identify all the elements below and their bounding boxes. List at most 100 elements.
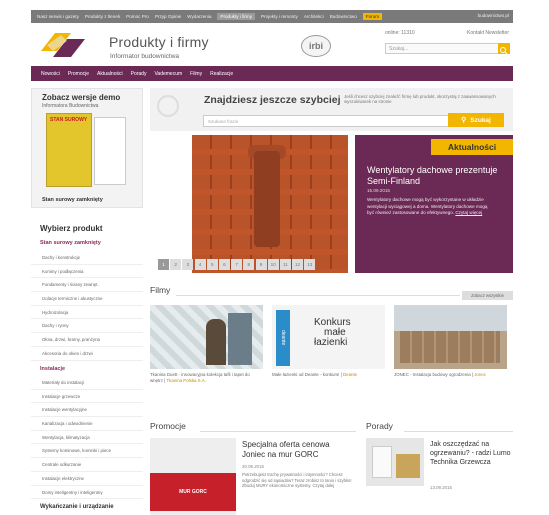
- porady-date: 13.09.2015: [430, 485, 452, 490]
- film-source[interactable]: Jonec: [474, 372, 486, 377]
- magazine-cover[interactable]: STAN SUROWY: [46, 113, 92, 187]
- top-link[interactable]: Przyp Opinie: [155, 14, 181, 19]
- top-link[interactable]: Pomoc Pro: [126, 14, 149, 19]
- sidebar-item[interactable]: Kominy i podłączenia: [31, 265, 143, 279]
- magazine-title: STAN SUROWY: [50, 117, 88, 123]
- promo-item[interactable]: MUR GORC Specjalna oferta cenowa Joniec …: [150, 438, 356, 515]
- nav-item[interactable]: Vademecum: [154, 71, 182, 77]
- search-button[interactable]: ⚲ Szukaj: [448, 113, 504, 127]
- film-source[interactable]: Deante: [343, 372, 357, 377]
- pager-button[interactable]: 11: [279, 259, 291, 270]
- slide-image[interactable]: [192, 135, 348, 273]
- sidebar-item[interactable]: Dachy i rynny: [31, 319, 143, 334]
- header-links[interactable]: Kontakt Newsletter: [467, 30, 509, 36]
- sidebar-item[interactable]: Izolacje termiczne i akustyczne: [31, 292, 143, 306]
- pager-button[interactable]: 7: [231, 259, 243, 270]
- sidebar-item[interactable]: Centrale odkurzanie: [31, 458, 143, 472]
- sidebar-item[interactable]: Dachy i konstrukcje: [31, 251, 143, 265]
- news-panel[interactable]: Aktualności Wentylatory dachowe prezentu…: [355, 135, 513, 273]
- user-link[interactable]: budownictwo.pl: [478, 13, 509, 18]
- film-item[interactable]: JONEC - Instalacja budowy ogrodzenia | J…: [394, 305, 507, 378]
- view-all-button[interactable]: Zobacz wszystkie: [462, 291, 513, 300]
- search-icon: ⚲: [461, 117, 467, 124]
- promo-image[interactable]: MUR GORC: [150, 438, 236, 515]
- category-instalacje[interactable]: Instalacje: [40, 366, 65, 372]
- demo-box[interactable]: Zobacz wersje demo Informatora Budownict…: [31, 88, 143, 208]
- pager-button[interactable]: 2: [170, 259, 182, 270]
- porady-rule: [404, 431, 513, 432]
- top-link[interactable]: Produkty z tlenek: [85, 14, 120, 19]
- pager-button[interactable]: 12: [292, 259, 304, 270]
- top-link[interactable]: Forum: [362, 13, 383, 20]
- film-thumb[interactable]: deante Konkurs małe łazienki: [272, 305, 385, 369]
- film-thumb[interactable]: [150, 305, 263, 369]
- top-link[interactable]: Budownictwo: [330, 14, 357, 19]
- top-link[interactable]: Produkty i firmy: [217, 13, 256, 20]
- logo-icon[interactable]: [41, 31, 85, 59]
- featured-slider: Aktualności Wentylatory dachowe prezentu…: [150, 135, 513, 273]
- nav-item[interactable]: Realizacje: [210, 71, 233, 77]
- header-search-input[interactable]: Szukaj...: [385, 43, 500, 54]
- category-list-2: Materiały do instalacji Instalacje grzewc…: [31, 376, 143, 500]
- irbi-logo[interactable]: irbi: [301, 35, 331, 57]
- pager-button[interactable]: 6: [218, 259, 230, 270]
- sidebar-heading: Wybierz produkt: [40, 224, 103, 233]
- promo-title: Promocje: [150, 421, 186, 431]
- pager-button[interactable]: 4: [194, 259, 206, 270]
- porady-item-title[interactable]: Jak oszczędzać na ogrzewaniu? - radzi Lu…: [430, 440, 513, 467]
- sidebar-item[interactable]: Instalacje elektryczne: [31, 472, 143, 486]
- pager-button[interactable]: 5: [206, 259, 218, 270]
- porady-image[interactable]: [366, 438, 424, 486]
- pager-button[interactable]: 1: [158, 259, 169, 270]
- header-search-button[interactable]: [498, 43, 510, 55]
- news-label[interactable]: Aktualności: [431, 139, 513, 155]
- search-input[interactable]: Szukane frazie: [203, 115, 459, 127]
- sidebar-item[interactable]: Systemy kominowe, kominki i piece: [31, 444, 143, 459]
- demo-subtitle: Informatora Budownictwa: [42, 103, 99, 109]
- nav-item[interactable]: Nowości: [41, 71, 60, 77]
- pager-button[interactable]: 9: [255, 259, 267, 270]
- demo-title: Zobacz wersje demo: [42, 93, 121, 102]
- top-link[interactable]: Architekci: [304, 14, 324, 19]
- sidebar-item[interactable]: Instalacje grzewcze: [31, 390, 143, 404]
- sidebar-item[interactable]: Wentylacja, klimatyzacja: [31, 431, 143, 445]
- top-link[interactable]: Projekty i remonty: [261, 14, 298, 19]
- pager-button[interactable]: 13: [304, 259, 316, 270]
- film-item[interactable]: deante Konkurs małe łazienki Małe łazien…: [272, 305, 385, 378]
- sidebar-item[interactable]: Akcesoria do okien i drzwi: [31, 347, 143, 361]
- sidebar: Zobacz wersje demo Informatora Budownict…: [31, 88, 143, 515]
- sidebar-item[interactable]: Domy inteligentny i inteligentny: [31, 486, 143, 500]
- pager-button[interactable]: 3: [182, 259, 194, 270]
- promo-item-title[interactable]: Specjalna oferta cenowa Joniec na mur GO…: [242, 440, 352, 459]
- nav-item[interactable]: Aktualności: [97, 71, 123, 77]
- news-title[interactable]: Wentylatory dachowe prezentuje Semi-Finl…: [367, 165, 507, 187]
- film-thumb[interactable]: [394, 305, 507, 369]
- film-source[interactable]: Tkanina Polska S.A.: [166, 378, 206, 383]
- film-caption: Małe łazienki od Deante - konkurs! | Dea…: [272, 372, 385, 378]
- porady-item[interactable]: Jak oszczędzać na ogrzewaniu? - radzi Lu…: [366, 438, 513, 515]
- sidebar-item[interactable]: Okna, drzwi, bramy, pranżyna: [31, 333, 143, 347]
- sidebar-item[interactable]: Materiały do instalacji: [31, 376, 143, 390]
- sidebar-item[interactable]: Instalacje wentylacyjne: [31, 403, 143, 418]
- category-wykanczanie[interactable]: Wykańczanie i urządzanie: [40, 504, 114, 510]
- sidebar-item[interactable]: Fundamenty i ściany zewnęt.: [31, 278, 143, 293]
- film-caption: Tkanina Duett - innowacyjna kolekcja taf…: [150, 372, 263, 383]
- top-link[interactable]: Wydarzenia: [187, 14, 211, 19]
- category-stan-surowy[interactable]: Stan surowy zamknięty: [40, 240, 101, 246]
- read-more-link[interactable]: Czytaj więcej: [455, 210, 482, 215]
- search-title: Znajdziesz jeszcze szybciej: [204, 94, 341, 106]
- pager-button[interactable]: 10: [267, 259, 279, 270]
- film-item[interactable]: Tkanina Duett - innowacyjna kolekcja taf…: [150, 305, 263, 383]
- film-banner: Konkurs małe łazienki: [314, 318, 351, 348]
- nav-item[interactable]: Porady: [131, 71, 147, 77]
- sidebar-item[interactable]: Hydroizolacja: [31, 306, 143, 320]
- nav-item[interactable]: Promocje: [68, 71, 89, 77]
- nav-item[interactable]: Filmy: [190, 71, 202, 77]
- magazine-page: [94, 117, 126, 185]
- demo-footer[interactable]: Stan surowy zamknięty: [42, 197, 103, 203]
- top-link[interactable]: Nasz serwis i gazety: [37, 14, 79, 19]
- promo-body: Potrzebujesz trochę prywatności i intymn…: [242, 472, 352, 489]
- pager-button[interactable]: 8: [243, 259, 255, 270]
- sidebar-item[interactable]: Kanalizacja i odwodnienie: [31, 417, 143, 431]
- brand-title[interactable]: Produkty i firmy: [109, 34, 209, 50]
